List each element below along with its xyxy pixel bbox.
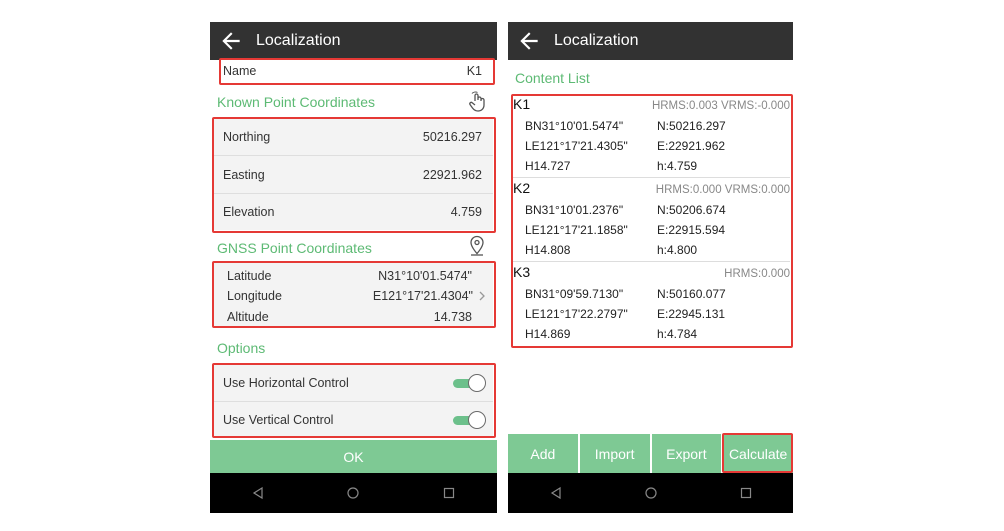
- highlight-options: [212, 363, 496, 438]
- known-point-section-title: Known Point Coordinates: [217, 94, 375, 110]
- highlight-calculate: [722, 433, 793, 473]
- app-bar: Localization: [210, 22, 497, 60]
- import-button[interactable]: Import: [579, 434, 650, 473]
- back-arrow-icon[interactable]: [218, 28, 244, 54]
- add-button[interactable]: Add: [508, 434, 578, 473]
- page-title: Localization: [256, 32, 341, 49]
- highlight-content-list: [511, 94, 793, 348]
- options-section-title: Options: [217, 340, 266, 356]
- android-nav-bar: [210, 473, 497, 513]
- gnss-point-section-title: GNSS Point Coordinates: [217, 240, 372, 256]
- highlight-known-point: [212, 117, 496, 233]
- tap-hand-icon[interactable]: [466, 90, 490, 114]
- nav-home-icon[interactable]: [644, 486, 658, 500]
- location-pin-icon[interactable]: [468, 235, 486, 257]
- content-list-title: Content List: [515, 70, 590, 86]
- nav-recents-icon[interactable]: [442, 486, 456, 500]
- localization-list-screen: Localization Content List K1 HRMS:0.003 V…: [508, 22, 793, 513]
- android-nav-bar: [508, 473, 793, 513]
- nav-recents-icon[interactable]: [739, 486, 753, 500]
- nav-home-icon[interactable]: [346, 486, 360, 500]
- nav-back-icon[interactable]: [549, 486, 563, 500]
- app-bar: Localization: [508, 22, 793, 60]
- localization-edit-screen: Localization Name K1 Known Point Coordin…: [210, 22, 497, 513]
- export-button[interactable]: Export: [651, 434, 722, 473]
- highlight-gnss-point: [212, 261, 496, 328]
- ok-button[interactable]: OK: [210, 440, 497, 473]
- page-title: Localization: [554, 32, 639, 49]
- highlight-name: [219, 58, 495, 85]
- back-arrow-icon[interactable]: [516, 28, 542, 54]
- nav-back-icon[interactable]: [251, 486, 265, 500]
